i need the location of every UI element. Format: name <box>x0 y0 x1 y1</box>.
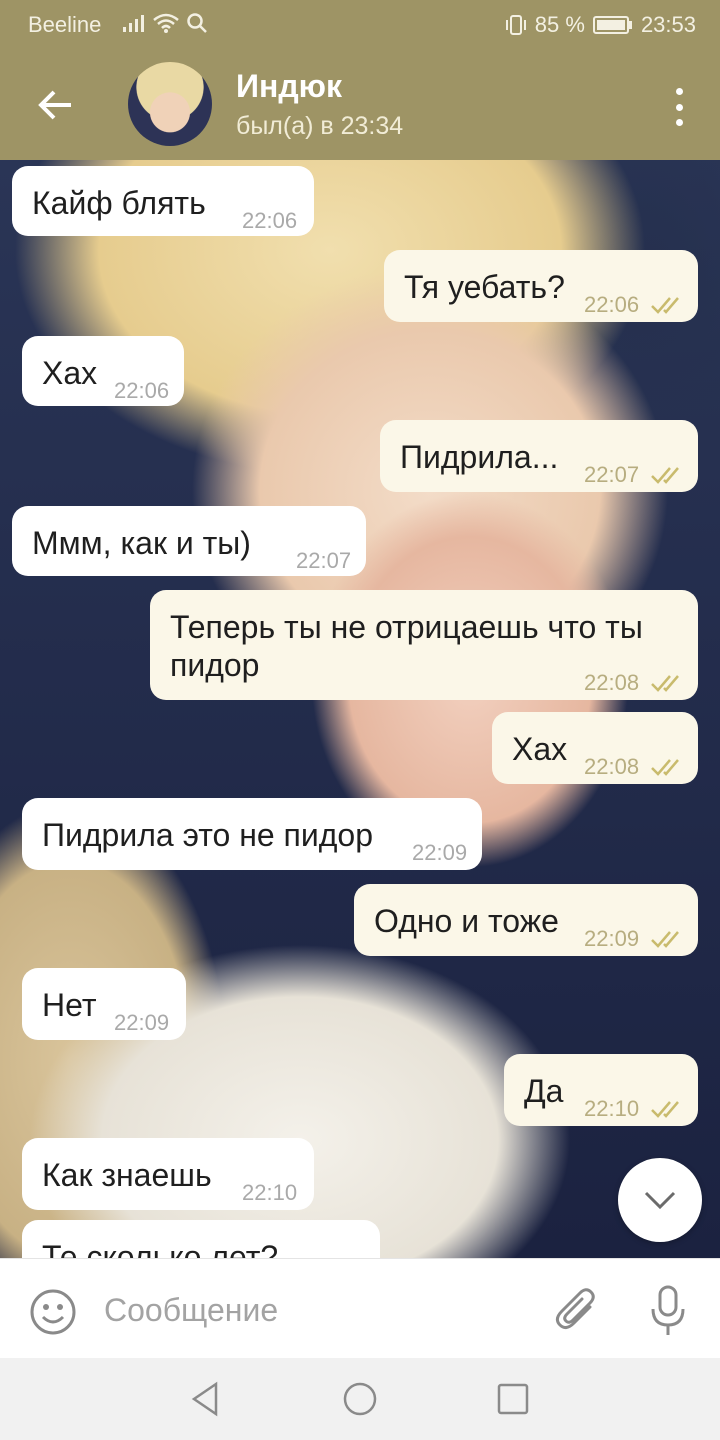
carrier-label: Beeline <box>28 12 102 37</box>
message-bubble-in[interactable]: Пидрила это не пидор 22:09 <box>22 798 482 870</box>
message-text: Одно и тоже <box>374 903 559 939</box>
back-button[interactable] <box>28 80 82 130</box>
message-time: 22:06 <box>242 208 298 233</box>
triangle-back-icon[interactable] <box>186 1380 224 1418</box>
paperclip-icon[interactable] <box>554 1285 600 1335</box>
contact-name[interactable]: Индюк <box>236 68 342 105</box>
message-bubble-out[interactable]: Хах 22:08 <box>492 712 698 784</box>
message-time: 22:08 <box>584 754 640 779</box>
chat-header: Индюк был(а) в 23:34 <box>0 48 720 160</box>
double-check-icon <box>651 467 679 484</box>
message-text: Пидрила это не пидор <box>42 817 374 853</box>
battery-percent: 85 % <box>534 12 585 37</box>
message-bubble-out[interactable]: Пидрила... 22:07 <box>380 420 698 492</box>
message-text-line-1: Теперь ты не отрицаешь что ты <box>170 609 643 645</box>
microphone-icon[interactable] <box>648 1285 688 1337</box>
signal-icon <box>123 15 144 32</box>
message-time: 22:10 <box>242 1180 298 1205</box>
message-text: Ммм, как и ты) <box>32 525 251 561</box>
message-text: Нет <box>42 987 97 1023</box>
message-time: 22:06 <box>114 378 170 403</box>
clock: 23:53 <box>640 12 696 37</box>
wifi-icon <box>153 13 179 33</box>
double-check-icon <box>651 675 679 692</box>
smile-icon[interactable] <box>28 1287 78 1337</box>
message-bubble-out[interactable]: Одно и тоже 22:09 <box>354 884 698 956</box>
message-time: 22:08 <box>584 670 640 695</box>
message-text-line-2: пидор <box>170 647 260 683</box>
message-time: 22:09 <box>584 926 640 951</box>
message-time: 22:09 <box>412 840 468 865</box>
message-bubble-in[interactable]: Нет 22:09 <box>22 968 186 1040</box>
message-text: Те сколько лет? <box>42 1239 279 1258</box>
status-bar: Beeline 85 % 23:53 <box>0 0 720 48</box>
message-bubble-in[interactable]: Как знаешь 22:10 <box>22 1138 314 1210</box>
message-list[interactable]: Кайф блять 22:06 Тя уебать? 22:06 Хах 22… <box>0 160 720 1258</box>
double-check-icon <box>651 297 679 314</box>
message-text: Хах <box>512 731 568 767</box>
message-bubble-in[interactable]: Те сколько лет? <box>22 1220 380 1258</box>
arrow-left-icon <box>38 90 71 120</box>
message-time: 22:06 <box>584 292 640 317</box>
message-input[interactable] <box>104 1289 524 1331</box>
message-text: Да <box>524 1073 564 1109</box>
square-recents-icon[interactable] <box>494 1380 532 1418</box>
message-time: 22:07 <box>584 462 640 487</box>
search-icon <box>187 13 207 33</box>
last-seen-status: был(а) в 23:34 <box>236 112 404 140</box>
system-nav-bar <box>0 1358 720 1440</box>
message-time: 22:07 <box>296 548 352 573</box>
avatar[interactable] <box>128 62 212 146</box>
chevron-down-icon <box>644 1191 676 1210</box>
double-check-icon <box>651 1101 679 1118</box>
message-time: 22:10 <box>584 1096 640 1121</box>
battery-icon <box>592 16 632 34</box>
message-bubble-in[interactable]: Кайф блять 22:06 <box>12 166 314 236</box>
message-text: Как знаешь <box>42 1157 212 1193</box>
message-bubble-in[interactable]: Ммм, как и ты) 22:07 <box>12 506 366 576</box>
scroll-down-button[interactable] <box>618 1158 702 1242</box>
double-check-icon <box>651 931 679 948</box>
message-text: Хах <box>42 355 98 391</box>
message-bubble-out[interactable]: Тя уебать? 22:06 <box>384 250 698 322</box>
message-bubble-out[interactable]: Да 22:10 <box>504 1054 698 1126</box>
more-menu-button[interactable] <box>668 82 690 132</box>
message-bubble-out[interactable]: Теперь ты не отрицаешь что ты пидор 22:0… <box>150 590 698 700</box>
more-vertical-icon <box>675 88 683 95</box>
message-text: Кайф блять <box>32 185 206 221</box>
message-bubble-in[interactable]: Хах 22:06 <box>22 336 184 406</box>
vibrate-icon <box>505 15 526 35</box>
status-right: 85 % 23:53 <box>505 12 696 38</box>
double-check-icon <box>651 759 679 776</box>
message-time: 22:09 <box>114 1010 170 1035</box>
signal-group <box>122 12 208 34</box>
message-text: Тя уебать? <box>404 269 565 305</box>
circle-home-icon[interactable] <box>341 1380 379 1418</box>
message-composer <box>0 1258 720 1358</box>
message-text: Теперь ты не отрицаешь что ты пидор <box>170 608 643 684</box>
message-text: Пидрила... <box>400 439 559 475</box>
